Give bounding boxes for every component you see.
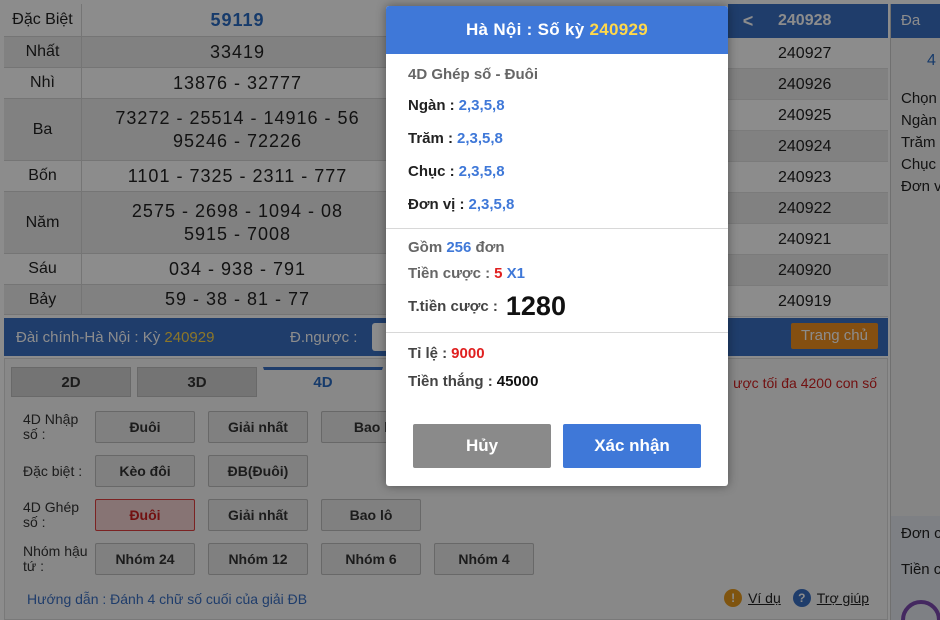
modal-numbers-section: 4D Ghép số - Đuôi Ngàn :2,3,5,8 Trăm :2,… <box>386 54 728 229</box>
payout-rate-label: Tỉ lệ : <box>408 345 448 362</box>
modal-ky: 240929 <box>589 20 649 39</box>
bet-count-value: 256 <box>446 239 472 256</box>
digit-label: Trăm : <box>408 130 454 147</box>
bet-count: Gồm 256 đơn <box>408 239 706 265</box>
bet-amount-label: Tiền cược : <box>408 265 491 282</box>
win-amount: Tiền thắng :45000 <box>408 373 706 401</box>
confirm-bet-modal: Hà Nội : Số kỳ 240929 4D Ghép số - Đuôi … <box>386 6 728 486</box>
bet-total: T.tiền cược : 1280 <box>408 291 706 321</box>
digit-values: 2,3,5,8 <box>458 163 505 180</box>
digit-line-chuc: Chục :2,3,5,8 <box>408 159 706 192</box>
modal-title: Hà Nội : Số kỳ 240929 <box>386 6 728 54</box>
digit-label: Đơn vị : <box>408 196 465 213</box>
bet-amount: Tiền cược :5 X1 <box>408 265 706 291</box>
modal-bet-section: Gồm 256 đơn Tiền cược :5 X1 T.tiền cược … <box>386 229 728 333</box>
digit-values: 2,3,5,8 <box>458 97 505 114</box>
digit-line-don-vi: Đơn vị :2,3,5,8 <box>408 192 706 225</box>
bet-total-value: 1280 <box>505 290 566 321</box>
digit-label: Ngàn : <box>408 97 455 114</box>
digit-line-ngan: Ngàn :2,3,5,8 <box>408 93 706 126</box>
bet-total-label: T.tiền cược : <box>408 297 498 315</box>
bet-count-label: Gồm <box>408 239 443 256</box>
confirm-button[interactable]: Xác nhận <box>563 424 701 468</box>
bet-type: 4D Ghép số - Đuôi <box>408 66 539 83</box>
digit-values: 2,3,5,8 <box>457 130 503 147</box>
cancel-button[interactable]: Hủy <box>413 424 551 468</box>
modal-payout-section: Tỉ lệ :9000 Tiền thắng :45000 <box>386 333 728 417</box>
digit-label: Chục : <box>408 163 455 180</box>
win-amount-value: 45000 <box>496 373 539 390</box>
modal-title-text: Hà Nội : Số kỳ <box>465 20 585 39</box>
bet-amount-value: 5 <box>494 265 503 282</box>
digit-values: 2,3,5,8 <box>468 196 515 213</box>
digit-line-tram: Trăm :2,3,5,8 <box>408 126 706 159</box>
bet-count-unit: đơn <box>475 239 505 256</box>
win-amount-label: Tiền thắng : <box>408 373 493 390</box>
bet-multiplier: X1 <box>506 265 525 282</box>
modal-actions: Hủy Xác nhận <box>386 424 728 468</box>
payout-rate-value: 9000 <box>451 345 485 362</box>
payout-rate: Tỉ lệ :9000 <box>408 345 706 373</box>
